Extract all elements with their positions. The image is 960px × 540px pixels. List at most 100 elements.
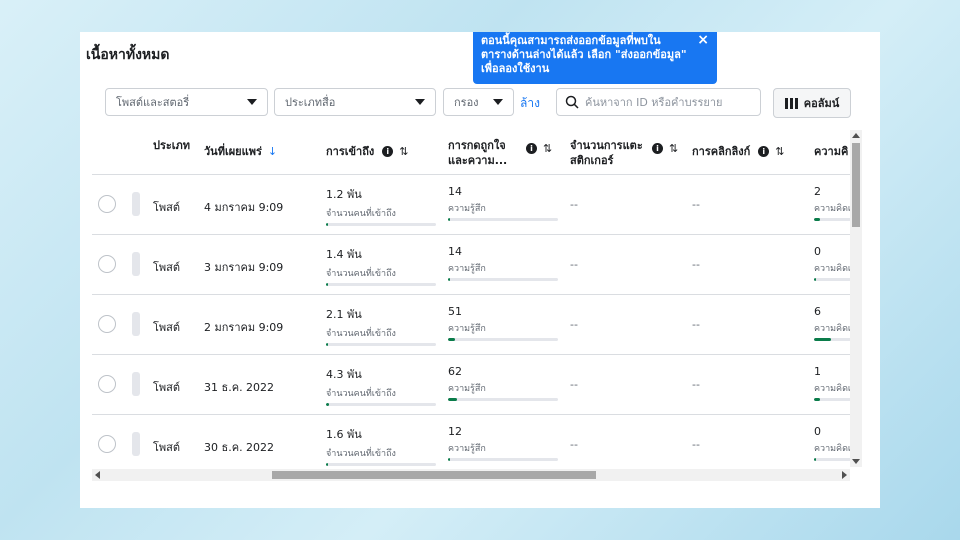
row-select-radio[interactable] (98, 195, 116, 213)
media-type-dropdown[interactable]: ประเภทสื่อ (274, 88, 436, 116)
row-select-radio[interactable] (98, 435, 116, 453)
sort-down-icon: ↓ (267, 145, 278, 158)
post-thumbnail[interactable] (132, 252, 140, 276)
reach-bar-fill (326, 463, 328, 466)
reach-label: จำนวนคนที่เข้าถึง (326, 449, 396, 459)
table-row[interactable]: โพสต์ 2 มกราคม 9:09 2.1 พัน จำนวนคนที่เข้าถ… (92, 295, 850, 355)
reactions-bar-fill (448, 278, 450, 281)
reactions-bar-fill (448, 398, 457, 401)
clear-filters-link[interactable]: ล้าง (520, 94, 540, 113)
comments-value: 1 (814, 365, 821, 378)
reach-value: 4.3 พัน (326, 368, 362, 381)
reactions-label: ความรู้สึก (448, 264, 486, 274)
scroll-thumb[interactable] (852, 143, 860, 227)
header-reach[interactable]: การเข้าถึง i ⇅ (326, 144, 408, 159)
header-date[interactable]: วันที่เผยแพร่ ↓ (204, 144, 277, 159)
reach-bar (326, 223, 436, 226)
reactions-value: 12 (448, 425, 462, 438)
row-select-radio[interactable] (98, 315, 116, 333)
header-link-clicks[interactable]: การคลิกลิงก์ i ⇅ (692, 144, 785, 159)
comments-bar-fill (814, 278, 816, 281)
table-row[interactable]: โพสต์ 3 มกราคม 9:09 1.4 พัน จำนวนคนที่เข้าถ… (92, 235, 850, 295)
reach-bar (326, 463, 436, 466)
comments-label: ความคิดเ (814, 444, 850, 454)
reach-bar-fill (326, 403, 329, 406)
comments-bar (814, 458, 850, 461)
comments-bar (814, 218, 850, 221)
scroll-up-icon[interactable] (852, 133, 860, 138)
vertical-scrollbar[interactable] (850, 130, 862, 467)
reactions-bar (448, 338, 558, 341)
row-select-radio[interactable] (98, 375, 116, 393)
header-comments[interactable]: ความคิ (814, 144, 848, 159)
row-select-radio[interactable] (98, 255, 116, 273)
header-stickers[interactable]: จำนวนการแตะสติกเกอร์ i ⇅ (570, 138, 678, 168)
reach-label: จำนวนคนที่เข้าถึง (326, 269, 396, 279)
posts-stories-label: โพสต์และสตอรี่ (116, 96, 190, 109)
page-title: เนื้อหาทั้งหมด (86, 47, 170, 63)
horizontal-scrollbar[interactable] (92, 469, 850, 481)
reach-bar (326, 343, 436, 346)
reactions-value: 51 (448, 305, 462, 318)
post-thumbnail[interactable] (132, 432, 140, 456)
reactions-value: 14 (448, 185, 462, 198)
row-date: 4 มกราคม 9:09 (204, 201, 284, 214)
export-tooltip: ตอนนี้คุณสามารถส่งออกข้อมูลที่พบในตารางด… (473, 32, 717, 84)
comments-value: 0 (814, 425, 821, 438)
comments-bar-fill (814, 338, 831, 341)
content-panel: เนื้อหาทั้งหมด ตอนนี้คุณสามารถส่งออกข้อม… (80, 32, 880, 508)
reactions-bar-fill (448, 458, 450, 461)
reactions-label: ความรู้สึก (448, 384, 486, 394)
post-thumbnail[interactable] (132, 372, 140, 396)
info-icon[interactable]: i (526, 143, 537, 154)
stickers-value: -- (570, 318, 578, 331)
filter-label: กรอง (454, 96, 479, 109)
sort-icon[interactable]: ⇅ (399, 144, 408, 159)
comments-bar-fill (814, 218, 820, 221)
search-input[interactable]: ค้นหาจาก ID หรือคำบรรยาย (556, 88, 761, 116)
reach-value: 1.2 พัน (326, 188, 362, 201)
comments-value: 2 (814, 185, 821, 198)
scroll-left-icon[interactable] (95, 471, 100, 479)
comments-cell: 0 ความคิดเ (814, 425, 850, 461)
comments-label: ความคิดเ (814, 324, 850, 334)
table-row[interactable]: โพสต์ 31 ธ.ค. 2022 4.3 พัน จำนวนคนที่เข้าถึ… (92, 355, 850, 415)
reactions-label: ความรู้สึก (448, 444, 486, 454)
header-reactions[interactable]: การกดถูกใจและความ... i ⇅ (448, 138, 552, 168)
scroll-right-icon[interactable] (842, 471, 847, 479)
table-row[interactable]: โพสต์ 30 ธ.ค. 2022 1.6 พัน จำนวนคนที่เข้าถึ… (92, 415, 850, 467)
reach-bar (326, 403, 436, 406)
reactions-label: ความรู้สึก (448, 204, 486, 214)
columns-button[interactable]: คอลัมน์ (773, 88, 851, 118)
stickers-value: -- (570, 438, 578, 451)
info-icon[interactable]: i (382, 146, 394, 157)
info-icon[interactable]: i (758, 146, 770, 157)
close-icon[interactable]: × (697, 33, 709, 47)
scroll-down-icon[interactable] (852, 459, 860, 464)
comments-cell: 1 ความคิดเ (814, 365, 850, 401)
reactions-value: 62 (448, 365, 462, 378)
search-icon (565, 95, 579, 109)
table-row[interactable]: โพสต์ 4 มกราคม 9:09 1.2 พัน จำนวนคนที่เข้าถ… (92, 175, 850, 235)
filter-dropdown[interactable]: กรอง (443, 88, 514, 116)
sort-icon[interactable]: ⇅ (775, 144, 784, 159)
row-date: 3 มกราคม 9:09 (204, 261, 284, 274)
row-type: โพสต์ (153, 201, 181, 214)
reach-cell: 1.2 พัน จำนวนคนที่เข้าถึง (326, 185, 436, 226)
sort-icon[interactable]: ⇅ (543, 141, 552, 156)
post-thumbnail[interactable] (132, 192, 140, 216)
reactions-cell: 12 ความรู้สึก (448, 425, 558, 461)
header-type[interactable]: ประเภท (153, 138, 193, 153)
content-table: ประเภท วันที่เผยแพร่ ↓ การเข้าถึง i ⇅ กา… (92, 130, 850, 467)
row-date: 2 มกราคม 9:09 (204, 321, 284, 334)
comments-bar (814, 278, 850, 281)
scroll-thumb[interactable] (272, 471, 596, 479)
reach-bar-fill (326, 343, 328, 346)
post-thumbnail[interactable] (132, 312, 140, 336)
columns-label: คอลัมน์ (803, 97, 840, 110)
posts-stories-dropdown[interactable]: โพสต์และสตอรี่ (105, 88, 268, 116)
sort-icon[interactable]: ⇅ (669, 141, 678, 156)
comments-bar (814, 338, 850, 341)
info-icon[interactable]: i (652, 143, 663, 154)
caret-down-icon (493, 99, 503, 105)
